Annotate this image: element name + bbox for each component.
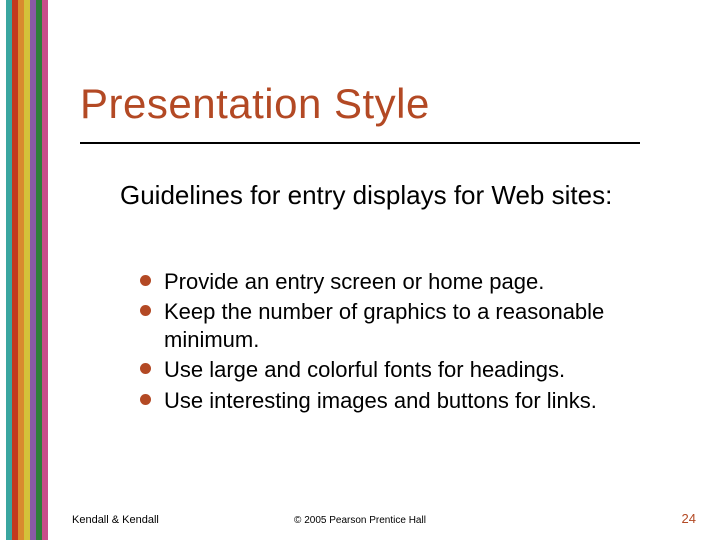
footer-page-number: 24 — [682, 511, 696, 526]
bullet-dot-icon — [140, 275, 151, 286]
slide-title: Presentation Style — [80, 80, 430, 128]
bullet-text: Use large and colorful fonts for heading… — [164, 357, 565, 382]
bullet-dot-icon — [140, 305, 151, 316]
list-item: Use large and colorful fonts for heading… — [140, 356, 650, 384]
bullet-text: Provide an entry screen or home page. — [164, 269, 544, 294]
footer-copyright: © 2005 Pearson Prentice Hall — [0, 515, 720, 526]
intro-text: Guidelines for entry displays for Web si… — [120, 180, 640, 212]
bullet-text: Keep the number of graphics to a reasona… — [164, 299, 604, 352]
list-item: Provide an entry screen or home page. — [140, 268, 650, 296]
bullet-text: Use interesting images and buttons for l… — [164, 388, 597, 413]
slide: Presentation Style Guidelines for entry … — [0, 0, 720, 540]
bullet-list: Provide an entry screen or home page. Ke… — [140, 268, 650, 417]
list-item: Use interesting images and buttons for l… — [140, 387, 650, 415]
bullet-dot-icon — [140, 394, 151, 405]
decorative-stripe — [42, 0, 48, 540]
title-underline — [80, 142, 640, 144]
bullet-dot-icon — [140, 363, 151, 374]
list-item: Keep the number of graphics to a reasona… — [140, 298, 650, 354]
